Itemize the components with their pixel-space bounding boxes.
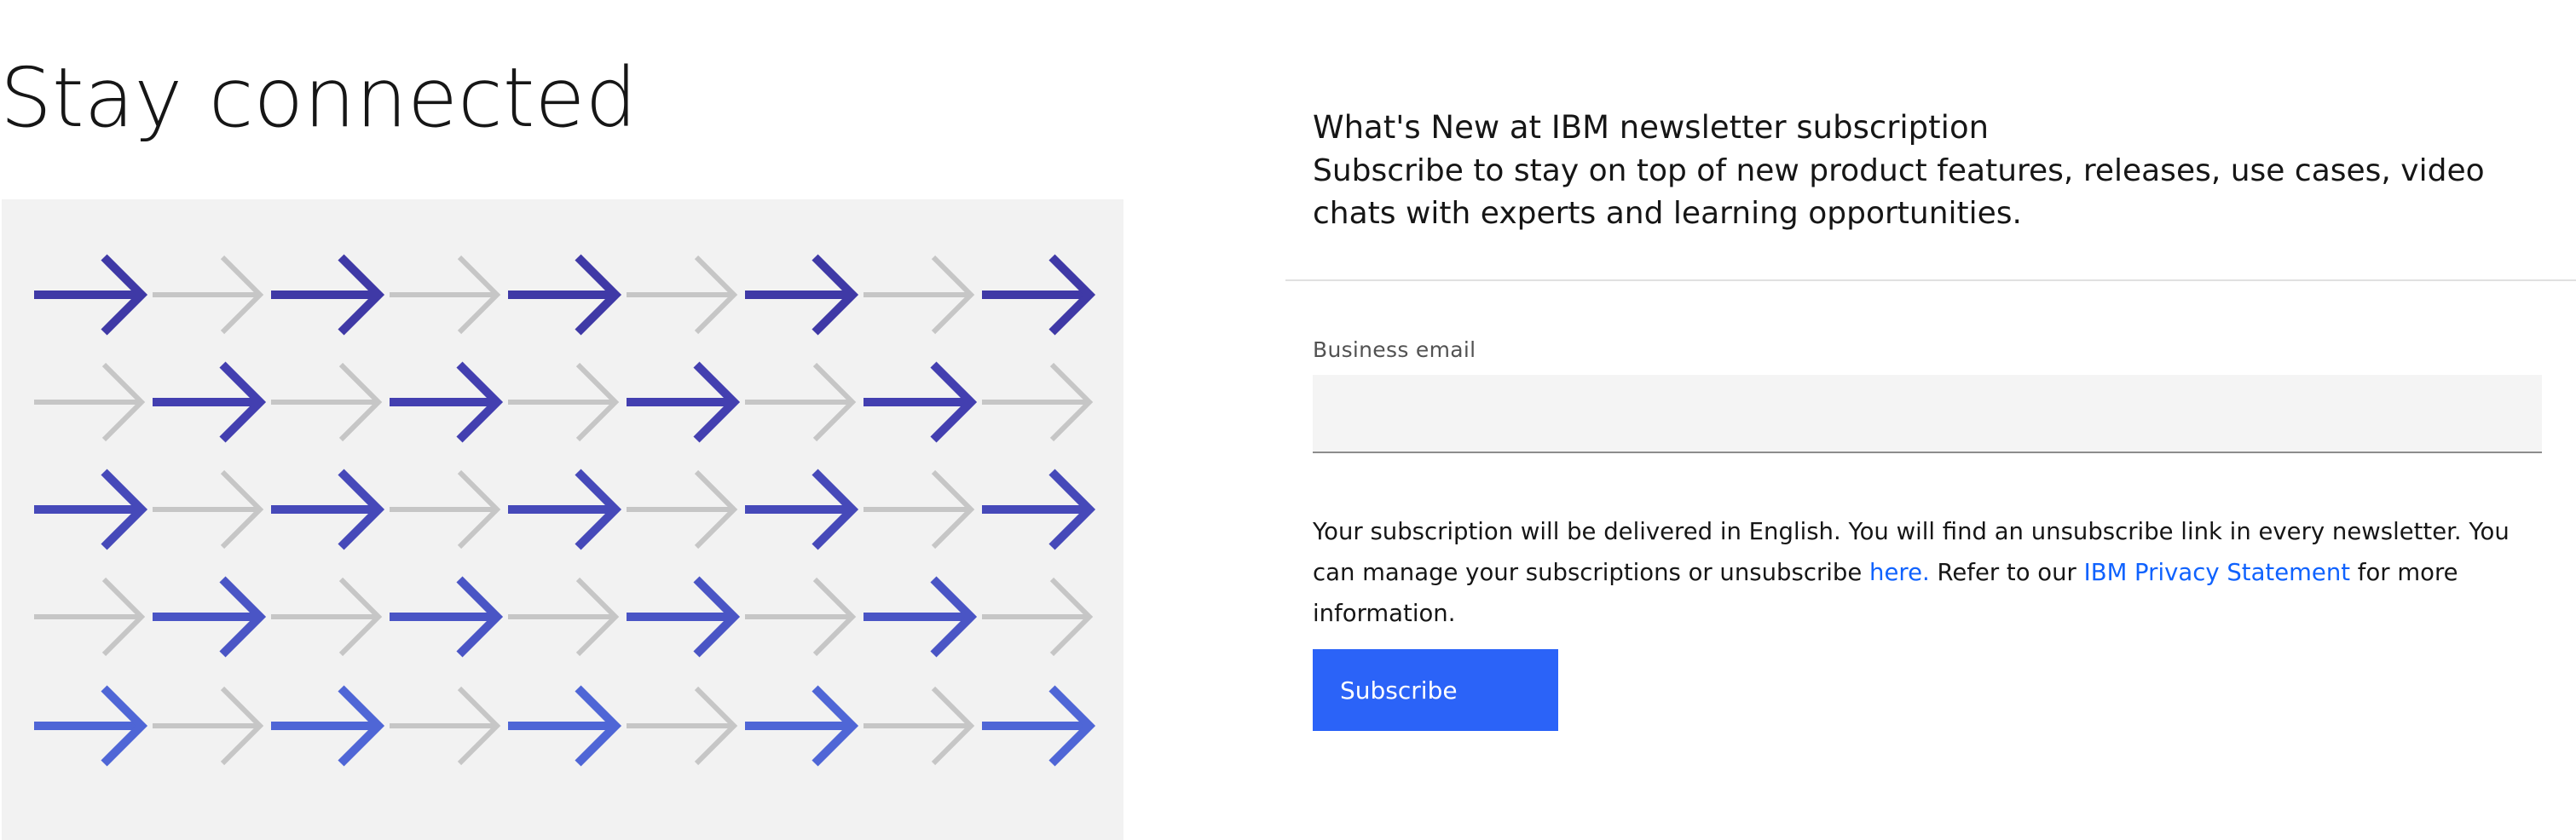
gray-arrow-icon — [508, 362, 620, 442]
gray-arrow-icon — [982, 362, 1094, 442]
gray-arrow-icon — [863, 255, 975, 335]
blue-arrow-icon — [745, 254, 859, 336]
blue-arrow-icon — [627, 576, 741, 658]
blue-arrow-icon — [271, 685, 385, 767]
blue-arrow-icon — [508, 469, 622, 550]
gray-arrow-icon — [863, 686, 975, 766]
gray-arrow-icon — [153, 255, 264, 335]
blue-arrow-icon — [34, 685, 148, 767]
gray-arrow-icon — [34, 577, 146, 657]
gray-arrow-icon — [508, 577, 620, 657]
blue-arrow-icon — [271, 254, 385, 336]
subscription-legal-text: Your subscription will be delivered in E… — [1313, 511, 2549, 634]
gray-arrow-icon — [863, 469, 975, 549]
blue-arrow-icon — [745, 685, 859, 767]
newsletter-heading: What's New at IBM newsletter subscriptio… — [1313, 109, 1990, 146]
gray-arrow-icon — [627, 255, 738, 335]
arrow-pattern-illustration — [2, 199, 1123, 840]
blue-arrow-icon — [390, 361, 504, 443]
gray-arrow-icon — [390, 469, 501, 549]
blue-arrow-icon — [863, 576, 978, 658]
email-field[interactable] — [1313, 375, 2542, 453]
blue-arrow-icon — [153, 576, 267, 658]
gray-arrow-icon — [153, 469, 264, 549]
privacy-statement-link[interactable]: IBM Privacy Statement — [2084, 559, 2350, 586]
blue-arrow-icon — [627, 361, 741, 443]
page-title: Stay connected — [0, 50, 638, 146]
section-divider — [1285, 279, 2576, 281]
subscribe-button[interactable]: Subscribe — [1313, 649, 1558, 731]
blue-arrow-icon — [508, 685, 622, 767]
newsletter-form: What's New at IBM newsletter subscriptio… — [1313, 0, 2542, 840]
newsletter-description: Subscribe to stay on top of new product … — [1313, 153, 2485, 231]
email-field-label: Business email — [1313, 337, 1476, 362]
arrow-pattern-icon — [34, 254, 1096, 767]
gray-arrow-icon — [153, 686, 264, 766]
blue-arrow-icon — [34, 254, 148, 336]
blue-arrow-icon — [34, 469, 148, 550]
gray-arrow-icon — [982, 577, 1094, 657]
blue-arrow-icon — [745, 469, 859, 550]
gray-arrow-icon — [271, 362, 383, 442]
gray-arrow-icon — [745, 362, 857, 442]
gray-arrow-icon — [745, 577, 857, 657]
gray-arrow-icon — [390, 686, 501, 766]
blue-arrow-icon — [863, 361, 978, 443]
blue-arrow-icon — [508, 254, 622, 336]
blue-arrow-icon — [271, 469, 385, 550]
blue-arrow-icon — [982, 254, 1096, 336]
gray-arrow-icon — [271, 577, 383, 657]
blue-arrow-icon — [982, 685, 1096, 767]
blue-arrow-icon — [390, 576, 504, 658]
gray-arrow-icon — [390, 255, 501, 335]
blue-arrow-icon — [153, 361, 267, 443]
gray-arrow-icon — [34, 362, 146, 442]
legal-text-part-2: Refer to our — [1929, 559, 2084, 586]
gray-arrow-icon — [627, 469, 738, 549]
blue-arrow-icon — [982, 469, 1096, 550]
gray-arrow-icon — [627, 686, 738, 766]
unsubscribe-here-link[interactable]: here. — [1869, 559, 1930, 586]
